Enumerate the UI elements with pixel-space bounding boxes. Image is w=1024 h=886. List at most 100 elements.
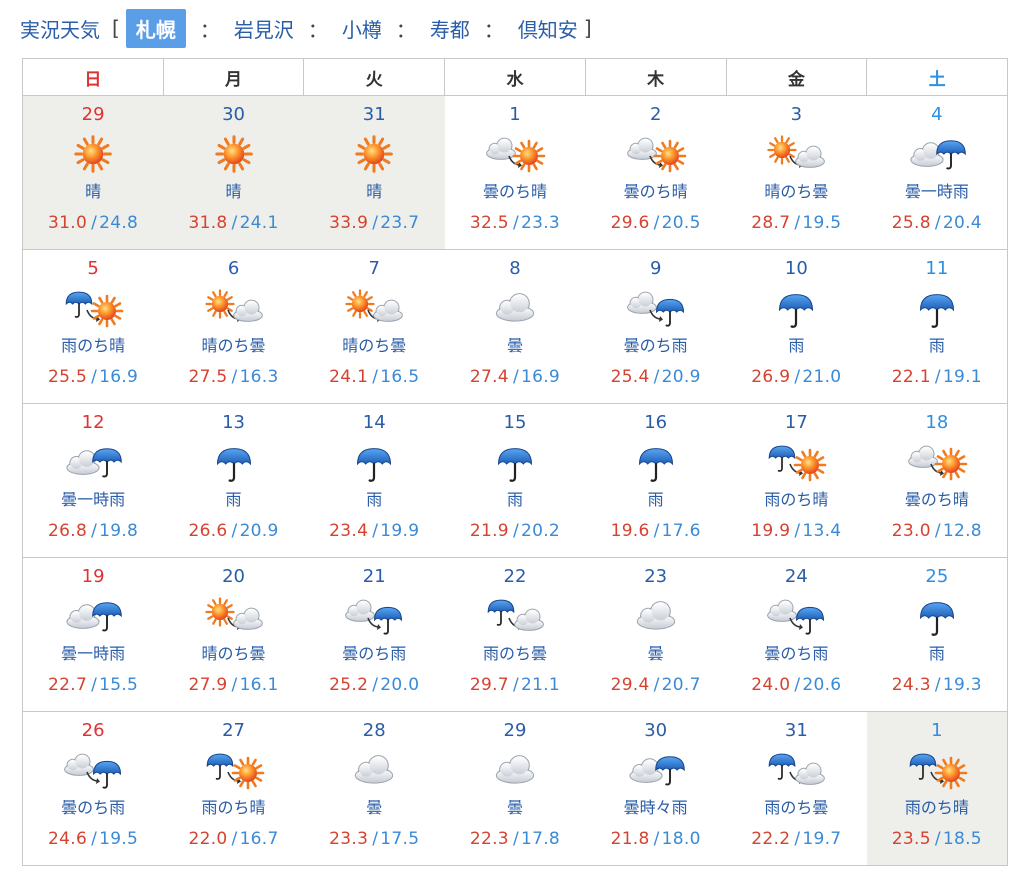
temp-separator: / bbox=[794, 829, 801, 849]
temp-low: 20.4 bbox=[942, 213, 982, 233]
temp-separator: / bbox=[934, 675, 941, 695]
umbrella-icon bbox=[497, 448, 532, 482]
day-date: 17 bbox=[784, 412, 808, 433]
day-date: 6 bbox=[227, 258, 240, 279]
day-cell-content: 22 雨のち曇 29.7/21.1 bbox=[445, 558, 586, 711]
temperature-range: 31.8/24.1 bbox=[163, 213, 304, 233]
nav-separator: ： bbox=[395, 17, 416, 42]
weather-text: 晴のち曇 bbox=[764, 182, 829, 201]
temp-low: 19.7 bbox=[802, 829, 842, 849]
day-cell-content: 21 曇のち雨 25.2/20.0 bbox=[304, 558, 445, 711]
temp-high: 26.6 bbox=[188, 521, 228, 541]
cloud-icon bbox=[495, 293, 535, 322]
temp-low: 20.9 bbox=[661, 367, 701, 387]
day-cell-content: 31 晴 33.9/23.7 bbox=[304, 96, 445, 249]
day-date: 18 bbox=[925, 412, 949, 433]
day-date: 22 bbox=[503, 566, 527, 587]
weather-text: 雨 bbox=[506, 490, 523, 509]
temperature-range: 23.4/19.9 bbox=[304, 521, 445, 541]
weather-text: 雨 bbox=[225, 490, 242, 509]
cloud-icon bbox=[636, 601, 675, 630]
day-cell: 27 雨のち晴 22.0/16.7 bbox=[163, 711, 304, 866]
cloud-then-rain-icon bbox=[64, 753, 122, 789]
temperature-range: 29.7/21.1 bbox=[445, 675, 586, 695]
day-cell-content: 14 雨 23.4/19.9 bbox=[304, 404, 445, 557]
day-cell-content: 31 雨のち曇 22.2/19.7 bbox=[726, 712, 867, 865]
weather-text: 雨のち曇 bbox=[764, 798, 829, 817]
weather-text: 晴 bbox=[85, 182, 102, 201]
day-cell: 22 雨のち曇 29.7/21.1 bbox=[444, 557, 586, 712]
weather-text: 雨 bbox=[928, 336, 945, 355]
day-date: 29 bbox=[81, 104, 105, 125]
day-cell: 8 曇 27.4/16.9 bbox=[444, 249, 586, 404]
temp-low: 19.9 bbox=[380, 521, 420, 541]
week-row: 12 曇一時雨 26.8/19.8 13 雨 26.6 / 20.9 14 雨 … bbox=[22, 403, 1008, 558]
temperature-range: 31.0/24.8 bbox=[23, 213, 163, 233]
day-cell-content: 3 晴のち曇 28.7/19.5 bbox=[726, 96, 867, 249]
temp-separator: / bbox=[231, 213, 238, 233]
location-suttsu[interactable]: 寿都 bbox=[430, 14, 470, 43]
day-date: 27 bbox=[222, 720, 245, 741]
weather-text: 雨 bbox=[788, 336, 805, 355]
weather-text: 雨 bbox=[366, 490, 383, 509]
day-date: 1 bbox=[931, 720, 943, 741]
temperature-range: 23.5/18.5 bbox=[867, 829, 1007, 849]
weather-text: 曇のち晴 bbox=[482, 182, 547, 201]
temp-separator: / bbox=[934, 521, 941, 541]
temp-separator: / bbox=[934, 829, 941, 849]
temperature-range: 33.9/23.7 bbox=[304, 213, 445, 233]
sun-icon bbox=[74, 135, 112, 173]
day-date: 25 bbox=[925, 566, 949, 587]
day-date: 3 bbox=[790, 104, 803, 125]
weather-text: 晴 bbox=[225, 182, 242, 201]
day-cell-content: 15 雨 21.9/20.2 bbox=[445, 404, 586, 557]
weekday-header-row: 日 月 火 水 木 金 土 bbox=[22, 58, 1008, 96]
temp-high: 29.7 bbox=[469, 675, 509, 695]
day-cell-content: 29 晴 31.0/24.8 bbox=[23, 96, 163, 249]
nav-separator: ： bbox=[483, 17, 504, 42]
temperature-range: 29.4/20.7 bbox=[585, 675, 726, 695]
temperature-range: 27.4/16.9 bbox=[445, 367, 586, 387]
location-iwamizawa[interactable]: 岩見沢 bbox=[234, 14, 294, 43]
day-cell-content: 4 曇一時雨 25.8/20.4 bbox=[867, 96, 1007, 249]
day-cell: 15 雨 21.9/20.2 bbox=[444, 403, 586, 558]
temp-low: 19.8 bbox=[99, 521, 139, 541]
day-cell-content: 6 晴のち曇 27.5/16.3 bbox=[163, 250, 304, 403]
temperature-range: 26.6/20.9 bbox=[163, 521, 304, 541]
day-date: 14 bbox=[362, 412, 386, 433]
day-cell: 14 雨 23.4/19.9 bbox=[303, 403, 445, 558]
day-cell-content: 26 曇のち雨 24.6/19.5 bbox=[23, 712, 163, 865]
temp-low: 12.8 bbox=[942, 521, 982, 541]
day-cell: 4 曇一時雨 25.8/20.4 bbox=[866, 95, 1008, 250]
temperature-range: 29.6/20.5 bbox=[585, 213, 726, 233]
cloud-then-rain-icon bbox=[345, 599, 403, 635]
temperature-range: 26.9/21.0 bbox=[726, 367, 867, 387]
day-cell-content: 24 曇のち雨 24.0/20.6 bbox=[726, 558, 867, 711]
temp-low: 20.7 bbox=[661, 675, 701, 695]
weekday-sunday: 日 bbox=[22, 58, 164, 96]
temp-high: 22.0 bbox=[188, 829, 228, 849]
location-kutchan[interactable]: 倶知安 bbox=[518, 14, 578, 43]
rain-then-cloud-icon bbox=[487, 599, 544, 631]
day-date: 23 bbox=[644, 566, 668, 587]
day-date: 16 bbox=[644, 412, 668, 433]
day-cell: 30 曇時々雨 21.8/18.0 bbox=[585, 711, 727, 866]
location-otaru[interactable]: 小樽 bbox=[342, 14, 382, 43]
sun-then-cloud-icon bbox=[204, 597, 263, 630]
location-sapporo[interactable]: 札幌 bbox=[125, 8, 186, 48]
temp-low: 17.6 bbox=[661, 521, 701, 541]
temperature-range: 22.3/17.8 bbox=[445, 829, 586, 849]
weekday-friday: 金 bbox=[725, 58, 868, 96]
day-cell: 19 曇一時雨 22.7/15.5 bbox=[22, 557, 164, 712]
day-cell: 18 曇のち晴 23.0/12.8 bbox=[866, 403, 1008, 558]
weather-text: 雨 bbox=[928, 644, 945, 663]
temp-separator: / bbox=[794, 521, 801, 541]
temp-separator: / bbox=[231, 829, 238, 849]
temp-separator: / bbox=[91, 367, 98, 387]
day-cell-content: 13 雨 26.6/20.9 bbox=[163, 404, 304, 557]
day-cell-content: 25 雨 24.3/19.3 bbox=[867, 558, 1007, 711]
day-date: 1 bbox=[509, 104, 521, 125]
temperature-range: 25.2/20.0 bbox=[304, 675, 445, 695]
temp-high: 22.3 bbox=[469, 829, 509, 849]
day-date: 9 bbox=[649, 258, 662, 279]
